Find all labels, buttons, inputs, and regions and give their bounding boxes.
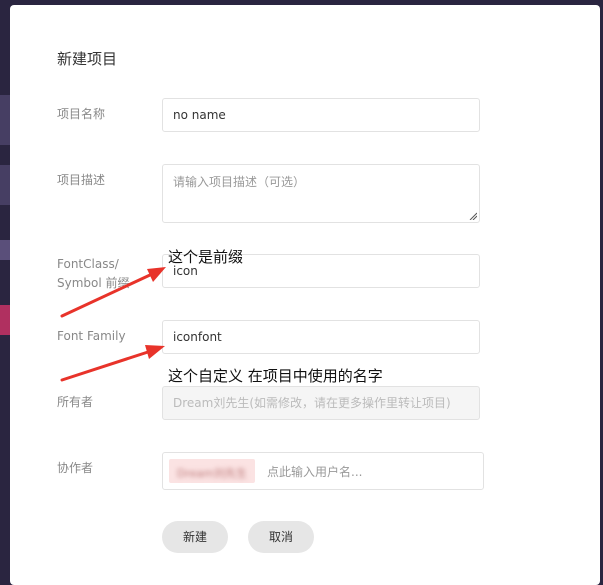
red-arrow-icon (60, 345, 165, 382)
red-arrow-icon (60, 267, 166, 318)
annotation-arrows (60, 267, 166, 382)
